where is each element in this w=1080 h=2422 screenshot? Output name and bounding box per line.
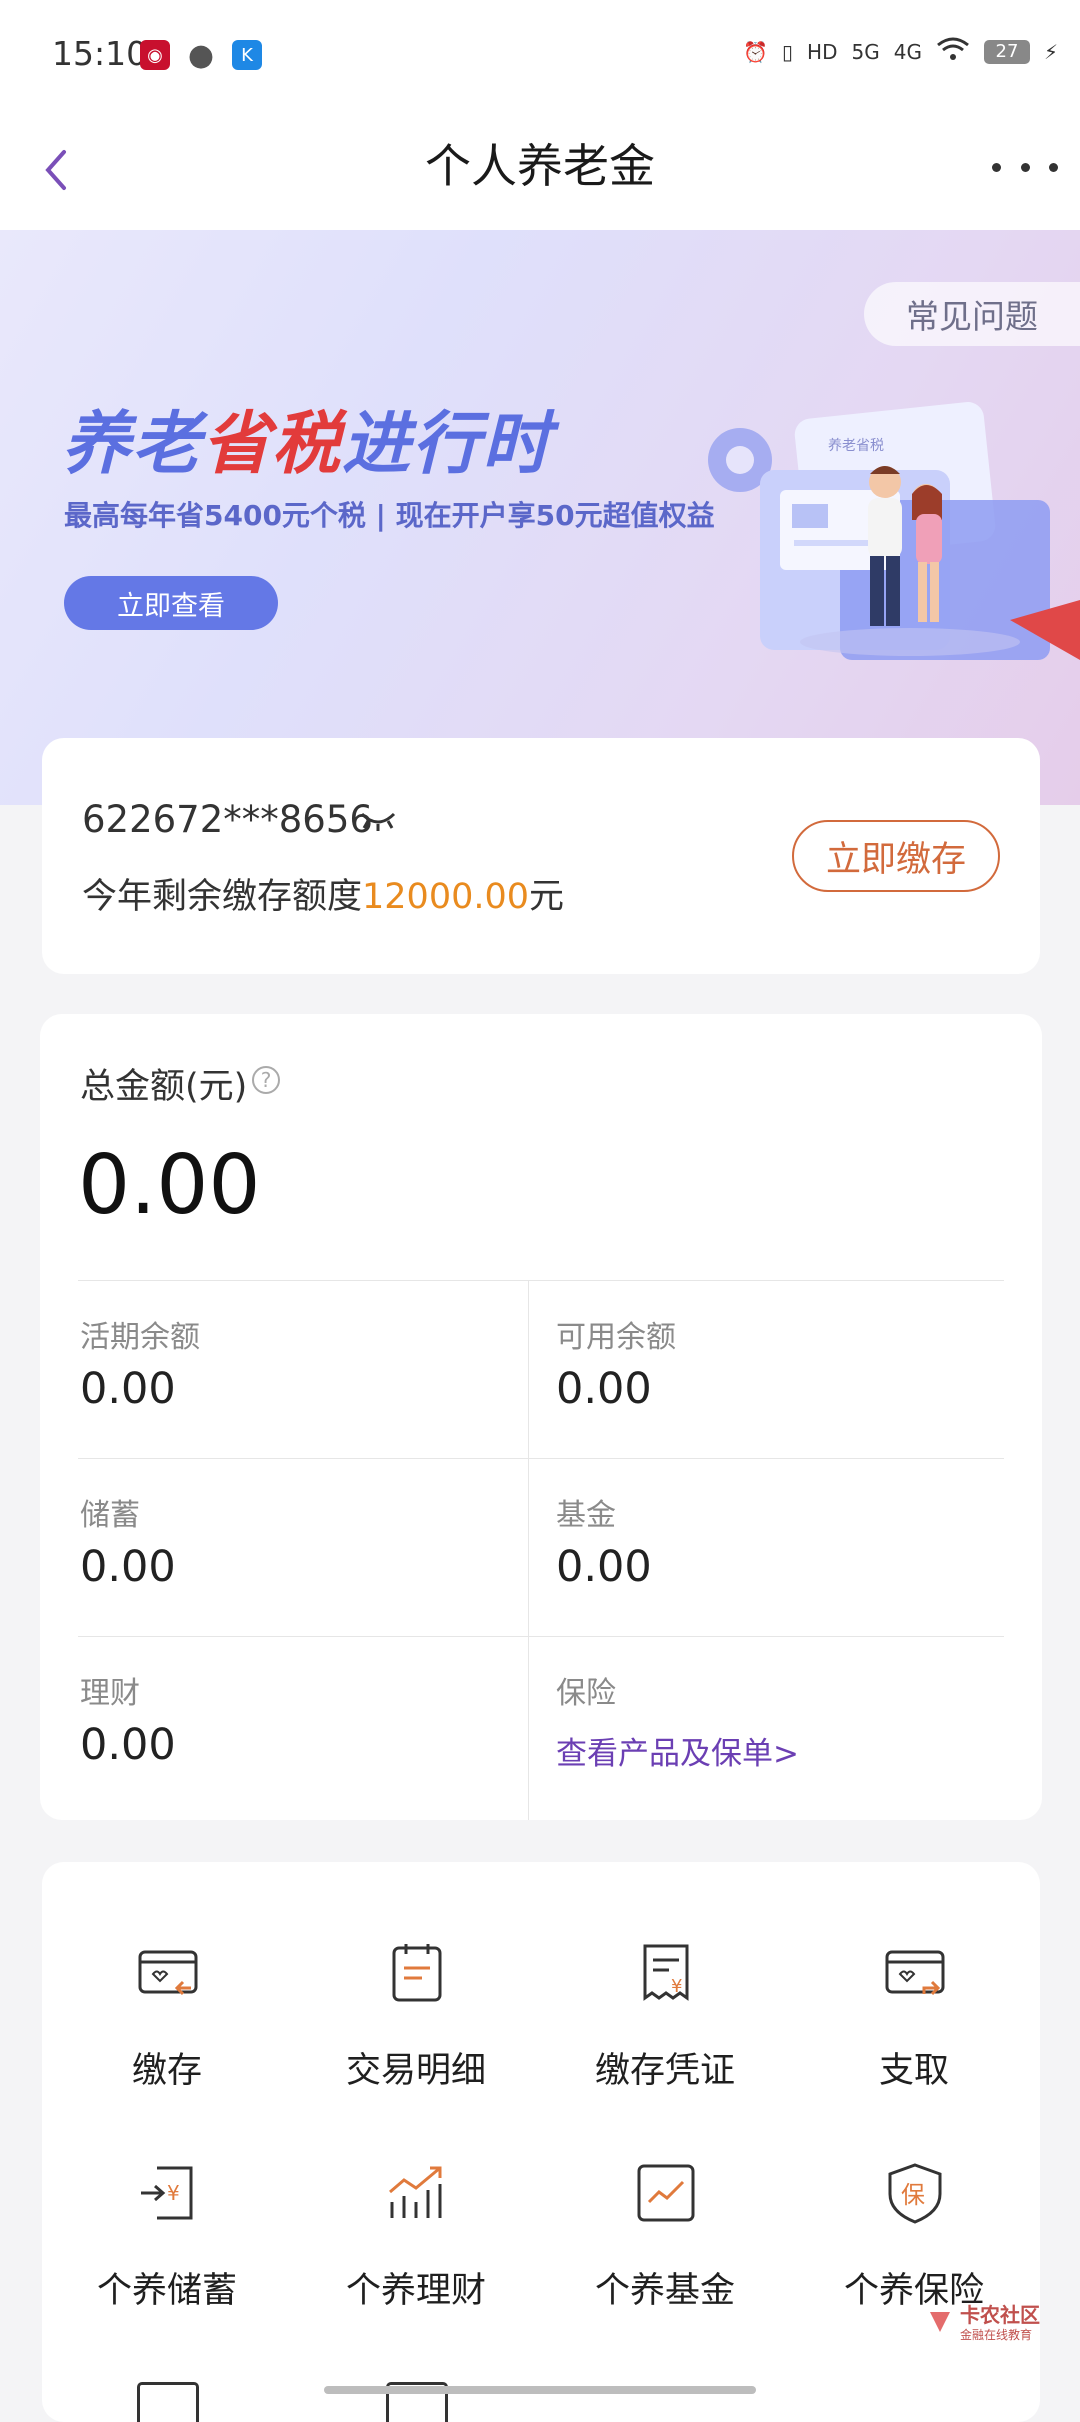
wifi-icon [936, 36, 970, 67]
clipboard-icon [386, 1942, 448, 2004]
partial-service-icon[interactable] [137, 2382, 199, 2422]
cell-label: 活期余额 [80, 1320, 200, 1355]
watermark-logo-icon [926, 2308, 954, 2340]
balance-card: 总金额(元) ? 0.00 活期余额 0.00 可用余额 0.00 储蓄 0.0… [40, 1014, 1042, 1820]
svg-text:¥: ¥ [167, 2181, 180, 2205]
4g-label: 4G [893, 39, 922, 64]
growth-chart-icon [386, 2162, 448, 2224]
5g-label: 5G [851, 39, 880, 64]
vibrate-icon: ▯ [782, 39, 794, 64]
service-label: 个养理财 [345, 2271, 486, 2311]
eye-closed-icon[interactable] [358, 808, 398, 832]
notification-icons: ◉ ● K [140, 37, 262, 73]
cell-value: 0.00 [80, 1364, 176, 1414]
service-transactions[interactable]: 交易明细 [291, 1942, 541, 2112]
watermark: 卡农社区 金融在线教育 [926, 2304, 1040, 2343]
fund-chart-icon [635, 2162, 697, 2224]
svg-text:¥: ¥ [671, 1976, 682, 1997]
watermark-title: 卡农社区 [960, 2303, 1040, 2327]
divider [78, 1458, 1004, 1459]
help-icon[interactable]: ? [252, 1066, 280, 1094]
hd-label: HD [807, 39, 838, 64]
available-balance-cell[interactable]: 可用余额 0.00 [556, 1282, 1036, 1458]
service-deposit[interactable]: 缴存 [42, 1942, 292, 2112]
watermark-subtitle: 金融在线教育 [960, 2328, 1033, 2342]
deposit-now-button[interactable]: 立即缴存 [792, 820, 1000, 892]
service-label: 支取 [878, 2051, 949, 2091]
k-app-icon: K [232, 40, 262, 70]
svg-text:保: 保 [901, 2181, 925, 2209]
message-icon: ● [187, 37, 215, 73]
cell-value: 0.00 [556, 1364, 652, 1414]
service-label: 交易明细 [345, 2051, 486, 2091]
promo-banner[interactable]: 常见问题 养老省税进行时 最高每年省5400元个税 | 现在开户享50元超值权益… [0, 230, 1080, 805]
view-now-button[interactable]: 立即查看 [64, 576, 278, 630]
current-balance-cell[interactable]: 活期余额 0.00 [80, 1282, 560, 1458]
cell-label: 储蓄 [80, 1498, 140, 1533]
account-number: 622672***8656 [82, 798, 373, 841]
savings-cell[interactable]: 储蓄 0.00 [80, 1460, 560, 1636]
illustration-tag: 养老省税 [828, 438, 884, 454]
cell-label: 保险 [556, 1676, 616, 1711]
cell-value: 0.00 [80, 1720, 176, 1770]
fund-cell[interactable]: 基金 0.00 [556, 1460, 1036, 1636]
home-indicator[interactable] [324, 2386, 756, 2394]
banner-subtitle: 最高每年省5400元个税 | 现在开户享50元超值权益 [64, 499, 715, 532]
service-withdraw[interactable]: 支取 [789, 1942, 1039, 2112]
more-icon[interactable] [992, 142, 1058, 192]
receipt-icon: ¥ [635, 1942, 697, 2004]
wealth-cell[interactable]: 理财 0.00 [80, 1638, 560, 1814]
charging-icon: ⚡ [1043, 39, 1058, 64]
view-products-link[interactable]: 查看产品及保单> [556, 1728, 799, 1773]
banner-headline: 养老省税进行时 [62, 405, 553, 484]
service-personal-wealth[interactable]: 个养理财 [291, 2162, 541, 2332]
divider [78, 1280, 1004, 1281]
battery-icon: 27 [983, 39, 1030, 64]
banner-illustration: 养老省税 [680, 370, 1080, 790]
service-label: 缴存凭证 [594, 2051, 735, 2091]
service-personal-fund[interactable]: 个养基金 [540, 2162, 790, 2332]
divider [78, 1636, 1004, 1637]
account-card: 622672***8656 今年剩余缴存额度12000.00元 立即缴存 [42, 738, 1040, 974]
service-label: 个养储蓄 [96, 2271, 237, 2311]
quota-value: 12000.00 [362, 877, 530, 917]
cell-value: 0.00 [556, 1542, 652, 1592]
faq-button[interactable]: 常见问题 [864, 282, 1080, 346]
bank-app-icon: ◉ [140, 40, 170, 70]
cell-label: 基金 [556, 1498, 616, 1533]
remaining-quota: 今年剩余缴存额度12000.00元 [82, 877, 565, 917]
page-title: 个人养老金 [425, 139, 655, 193]
service-label: 缴存 [131, 2051, 202, 2091]
nav-header: 个人养老金 [0, 110, 1080, 230]
total-amount-value: 0.00 [78, 1138, 261, 1233]
services-card: 缴存 交易明细 ¥ 缴存凭证 支取 ¥ 个养储蓄 个养理财 个养基金 保 个养保… [42, 1862, 1040, 2422]
savings-icon: ¥ [137, 2162, 199, 2224]
total-amount-label: 总金额(元) [80, 1067, 248, 1107]
cell-label: 理财 [80, 1676, 140, 1711]
insurance-cell: 保险 查看产品及保单> [556, 1638, 1036, 1814]
card-deposit-icon [137, 1942, 199, 2004]
cell-label: 可用余额 [556, 1320, 676, 1355]
service-label: 个养基金 [594, 2271, 735, 2311]
status-bar: 15:10 ◉ ● K ⏰ ▯ HD 5G 4G 27 ⚡ [0, 0, 1080, 110]
status-time: 15:10 [52, 34, 148, 73]
alarm-icon: ⏰ [743, 39, 769, 64]
service-personal-savings[interactable]: ¥ 个养储蓄 [42, 2162, 292, 2332]
card-withdraw-icon [884, 1942, 946, 2004]
shield-icon: 保 [884, 2162, 946, 2224]
cell-value: 0.00 [80, 1542, 176, 1592]
service-deposit-voucher[interactable]: ¥ 缴存凭证 [540, 1942, 790, 2112]
status-right: ⏰ ▯ HD 5G 4G 27 ⚡ [743, 36, 1058, 67]
